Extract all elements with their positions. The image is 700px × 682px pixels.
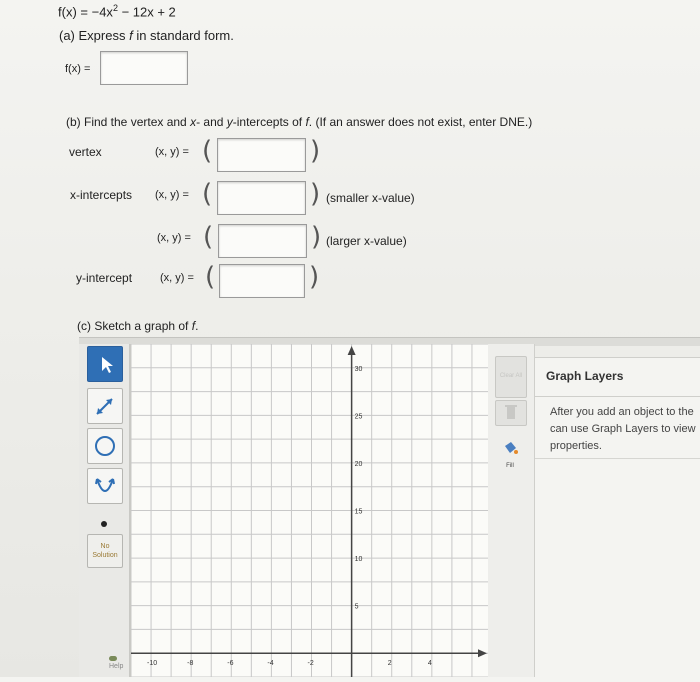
y-tick-label: 10 [355,556,363,563]
part-a-prompt-prefix: (a) Express [59,28,130,43]
fill-button[interactable]: Fill [495,440,525,472]
no-solution-button[interactable]: No Solution [87,534,123,568]
parabola-tool-button[interactable] [87,468,123,504]
part-a-answer-label: f(x) = [65,63,91,75]
x-int-small-close-paren: ) [310,179,321,209]
function-definition: f(x) = −4x2 − 12x + 2 [58,3,176,19]
x-tick-label: -4 [267,660,273,667]
part-c-prompt-suffix: . [195,319,199,333]
vertex-label: vertex [69,145,102,159]
clear-all-button[interactable]: Clear All [495,356,527,398]
circle-icon [95,436,115,456]
part-c-prompt-prefix: (c) Sketch a graph of [77,319,192,333]
graph-canvas[interactable]: 30 25 20 15 10 5 -10 -8 -6 -4 -2 2 4 [130,343,489,678]
vertex-close-paren: ) [310,136,321,166]
x-int-large-open-paren: ( [203,222,214,252]
part-b-prompt-prefix: (b) Find the vertex and [66,115,191,129]
larger-x-note: (larger x-value) [326,234,407,248]
y-intercept-label: y-intercept [76,271,133,285]
x-tick-label: -10 [147,660,157,667]
y-tick-label: 15 [355,509,363,516]
graph-layers-text-2: can use Graph Layers to view [550,423,696,435]
x-int-large-input[interactable] [218,224,307,258]
pointer-icon [102,357,113,373]
help-label: Help [109,663,124,670]
help-icon [109,656,117,661]
x-tick-label: -6 [227,660,233,667]
vertex-input[interactable] [217,138,306,172]
part-c-prompt: (c) Sketch a graph of f. [77,319,198,333]
y-int-close-paren: ) [309,262,320,292]
part-b-prompt: (b) Find the vertex and x- and y-interce… [66,115,532,129]
smaller-x-note: (smaller x-value) [326,191,415,205]
y-tick-label: 25 [355,413,363,420]
y-axis-arrow [347,346,356,355]
x-int-large-coord-label: (x, y) = [157,232,191,244]
fill-bucket-icon [505,442,518,454]
function-expression-rest: − 12x + 2 [117,4,176,20]
graph-grid[interactable]: 30 25 20 15 10 5 -10 -8 -6 -4 -2 2 4 [130,343,488,678]
y-int-coord-label: (x, y) = [160,272,194,284]
vertex-open-paren: ( [202,136,213,166]
graph-toolbar: No Solution Help [79,344,130,677]
graph-layers-panel: Graph Layers After you add an object to … [535,357,700,678]
part-b-prompt-mid: - and [196,115,227,129]
no-solution-label: No Solution [92,543,118,559]
part-b-prompt-suffix: . (If an answer does not exist, enter DN… [308,115,533,129]
graph-layers-text-3: properties. [550,440,602,452]
pointer-tool-button[interactable] [87,346,123,382]
help-link[interactable]: Help [109,656,129,670]
graph-layers-divider [535,396,700,397]
x-tick-label: -8 [187,660,193,667]
fill-label: Fill [506,463,514,469]
circle-tool-button[interactable] [87,428,123,464]
x-int-small-coord-label: (x, y) = [155,189,189,201]
x-int-small-open-paren: ( [202,179,213,209]
trash-icon [505,405,517,419]
x-tick-label: 4 [428,660,432,667]
part-a-answer-input[interactable] [100,51,188,85]
line-tool-button[interactable] [87,388,123,424]
y-tick-label: 5 [355,604,359,611]
function-expression: = −4x [80,4,113,20]
delete-button[interactable] [495,400,527,426]
parabola-icon [95,478,115,492]
x-intercepts-label: x-intercepts [70,188,133,202]
x-int-large-close-paren: ) [311,222,322,252]
graph-layers-body-divider [535,458,700,459]
line-icon [96,398,113,415]
function-label: f(x) [58,4,77,20]
y-tick-label: 30 [355,366,363,373]
vertex-coord-label: (x, y) = [155,146,189,158]
y-int-open-paren: ( [205,262,216,292]
graph-layers-text-1: After you add an object to the [550,406,694,418]
y-tick-label: 20 [355,461,363,468]
part-a-prompt: (a) Express f in standard form. [59,28,234,43]
clear-all-label: Clear All [499,373,523,379]
graph-layers-title: Graph Layers [546,369,624,383]
x-tick-label: 2 [388,660,392,667]
x-axis-arrow [478,649,487,658]
x-int-small-input[interactable] [217,181,306,215]
y-int-input[interactable] [219,264,305,298]
part-a-prompt-suffix: in standard form. [132,28,234,43]
x-tick-label: -2 [308,660,314,667]
part-b-prompt-mid2: -intercepts of [232,115,306,129]
